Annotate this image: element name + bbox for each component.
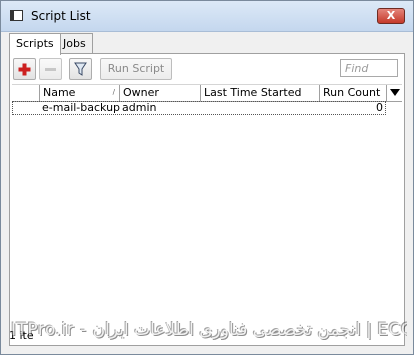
column-header-owner[interactable]: Owner (120, 85, 201, 101)
tab-jobs[interactable]: Jobs (56, 33, 93, 53)
column-header-run-count[interactable]: Run Count (320, 85, 387, 101)
table-row[interactable]: e-mail-backup admin 0 (12, 101, 386, 115)
cell-name: e-mail-backup (42, 101, 121, 114)
tab-scripts[interactable]: Scripts (9, 33, 61, 55)
cell-owner: admin (122, 101, 157, 114)
title-bar[interactable]: Script List X (1, 1, 413, 32)
column-name-label: Name (43, 86, 76, 99)
script-list-window: Script List X Scripts Jobs Run Script Fi… (0, 0, 414, 355)
minus-icon (45, 67, 56, 71)
add-button[interactable] (13, 58, 36, 80)
script-table: Name / Owner Last Time Started Run Count… (12, 84, 402, 115)
run-script-button[interactable]: Run Script (100, 58, 172, 80)
sort-indicator-icon: / (112, 88, 115, 96)
column-menu-button[interactable] (387, 85, 406, 101)
filter-button[interactable] (69, 58, 92, 80)
filter-icon (74, 62, 87, 76)
column-header-select[interactable] (12, 85, 40, 101)
scripts-panel: Run Script Find Name / Owner Last Time S… (9, 53, 405, 346)
tab-bar: Scripts Jobs (9, 33, 405, 55)
column-header-last-started[interactable]: Last Time Started (201, 85, 320, 101)
cell-last-started (200, 102, 319, 115)
window-icon (10, 10, 23, 21)
plus-icon (18, 63, 31, 75)
remove-button[interactable] (39, 58, 62, 80)
column-header-name[interactable]: Name / (40, 85, 120, 101)
close-button[interactable]: X (377, 8, 405, 24)
table-header: Name / Owner Last Time Started Run Count (12, 84, 402, 102)
window-title: Script List (31, 9, 91, 23)
cell-run-count: 0 (376, 101, 383, 114)
find-input[interactable]: Find (340, 59, 398, 77)
chevron-down-icon (390, 89, 400, 96)
watermark-text: ITPro.ir - انجمن تخصصی فناوری اطلاعات ای… (11, 320, 407, 340)
